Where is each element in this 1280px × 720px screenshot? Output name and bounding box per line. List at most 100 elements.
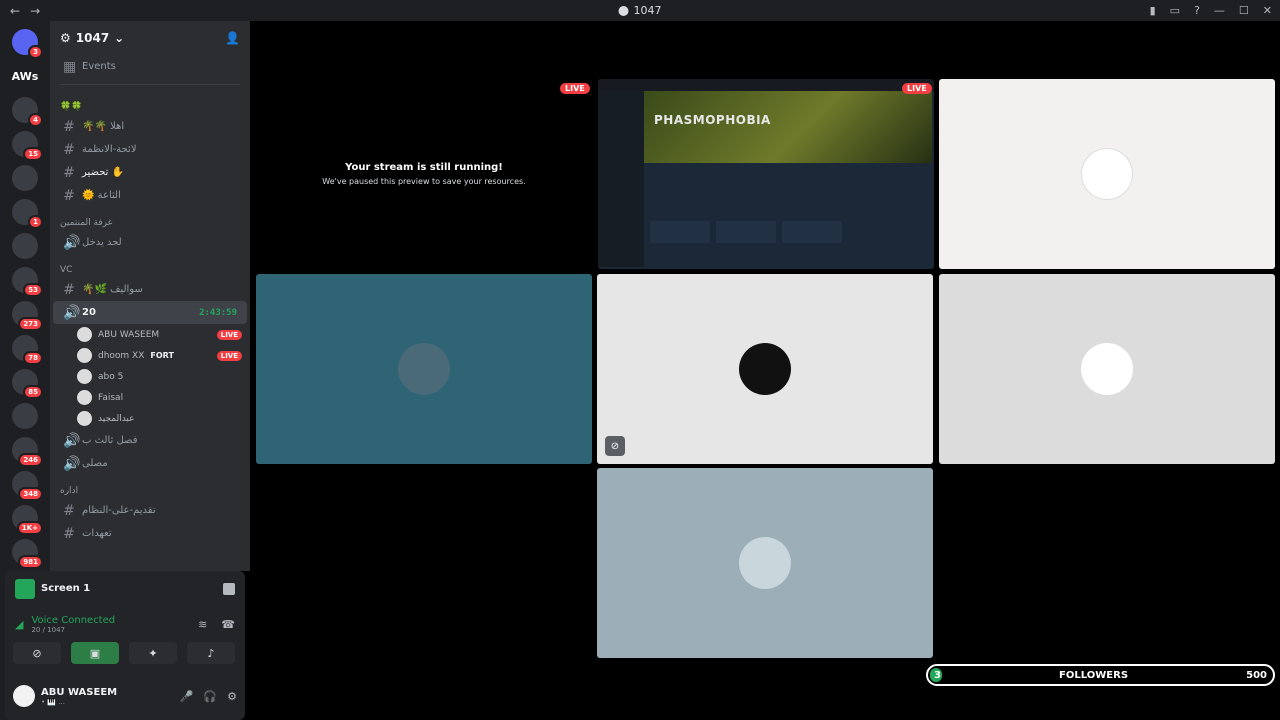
server-icon-6[interactable]: [12, 233, 38, 259]
participant-tile[interactable]: [256, 274, 592, 464]
screen-label: Screen 1: [41, 583, 91, 594]
disconnect-icon[interactable]: ☎: [221, 618, 235, 631]
avatar: [739, 537, 791, 589]
voice-user[interactable]: ABU WASEEM LIVE: [50, 324, 250, 345]
window-title: 1047: [618, 4, 662, 17]
server-icon-15[interactable]: 981: [12, 539, 43, 569]
server-icon-0[interactable]: 3: [12, 29, 43, 59]
microphone-icon[interactable]: 🎤: [180, 690, 194, 703]
avatar: [77, 411, 92, 426]
channel-sidebar: ⚙ 1047 ⌄ 👤 ▦ Events 🍀🍀 # 🌴🌴 اهلا # لائحة-ا…: [50, 21, 250, 571]
avatar: [1081, 148, 1133, 200]
noise-suppression-icon[interactable]: ≋: [198, 618, 207, 631]
avatar[interactable]: [13, 685, 35, 707]
bookmark-icon[interactable]: ▮: [1150, 4, 1156, 17]
camera-button[interactable]: ⊘: [13, 642, 61, 664]
unread-badge: 4: [28, 113, 43, 127]
channel-6[interactable]: # 🌴🌿 سواليف: [53, 278, 247, 301]
server-icon-14[interactable]: 1K+: [12, 505, 43, 535]
speaker-icon: 🔊: [63, 304, 81, 321]
server-icon-11[interactable]: [12, 403, 38, 429]
avatar: [77, 390, 92, 405]
server-icon-1[interactable]: AWs: [12, 63, 39, 89]
camera-off-icon[interactable]: ⊘: [605, 436, 625, 456]
maximize-icon[interactable]: ☐: [1239, 4, 1249, 17]
help-icon[interactable]: ?: [1194, 4, 1200, 17]
server-icon-3[interactable]: 15: [12, 131, 43, 161]
paused-subtitle: We've paused this preview to save your r…: [322, 177, 526, 186]
activities-button[interactable]: ✦: [129, 642, 177, 664]
category-3[interactable]: VC: [50, 254, 250, 278]
server-icon-10[interactable]: 85: [12, 369, 43, 399]
back-arrow-icon[interactable]: ←: [10, 4, 20, 18]
guild-header[interactable]: ⚙ 1047 ⌄ 👤: [50, 21, 250, 55]
inbox-icon[interactable]: ▭: [1170, 4, 1180, 17]
unread-badge: 15: [23, 147, 43, 161]
channel-7[interactable]: 🔊 فصل ثالث ب: [53, 429, 247, 452]
speaker-icon: 🔊: [63, 432, 81, 449]
participant-tile[interactable]: [939, 274, 1275, 464]
stop-share-icon[interactable]: [223, 582, 235, 595]
activities-icon: ✦: [148, 646, 158, 660]
participant-tile[interactable]: ⊘: [597, 274, 933, 464]
followers-current: 3: [934, 669, 941, 681]
server-icon-4[interactable]: [12, 165, 38, 191]
hash-icon: #: [63, 525, 75, 542]
settings-gear-icon[interactable]: ⚙: [227, 690, 237, 703]
live-badge: LIVE: [560, 83, 590, 94]
voice-connection: ◢ Voice Connected 20 / 1047 ≋ ☎: [5, 606, 245, 642]
voice-channel-active[interactable]: 🔊 20 2:43:59: [53, 301, 247, 324]
channel-label: تقديم-على-النظام: [82, 505, 156, 516]
server-icon-2[interactable]: 4: [12, 97, 43, 127]
channel-8[interactable]: 🔊 مصلى: [53, 452, 247, 475]
voice-user[interactable]: abo 5: [50, 366, 250, 387]
voice-user-status: LIVE: [216, 329, 242, 340]
forward-arrow-icon[interactable]: →: [30, 4, 40, 18]
server-icon-8[interactable]: 273: [12, 301, 43, 331]
category-label: غرفة المنتمين: [60, 218, 113, 228]
voice-user[interactable]: dhoom XX FORT LIVE: [50, 345, 250, 366]
voice-user-name: Faisal: [98, 392, 124, 403]
events-item[interactable]: ▦ Events: [53, 55, 247, 78]
participant-tile[interactable]: [597, 468, 933, 658]
paused-preview[interactable]: Your stream is still running! We've paus…: [256, 79, 592, 269]
minimize-icon[interactable]: —: [1214, 4, 1225, 17]
live-badge: LIVE: [216, 350, 242, 361]
headphones-icon[interactable]: 🎧: [203, 690, 217, 703]
server-icon-9[interactable]: 78: [12, 335, 43, 365]
steam-card: [782, 221, 842, 243]
camera-off-icon: ⊘: [32, 646, 42, 660]
stream-stage: Your stream is still running! We've paus…: [250, 21, 1280, 720]
participant-tile[interactable]: [939, 79, 1275, 269]
voice-user[interactable]: Faisal: [50, 387, 250, 408]
category-1[interactable]: 🍀🍀: [50, 91, 250, 115]
screen-share-button[interactable]: ▣: [71, 642, 119, 664]
channel-3[interactable]: # تحضير ✋: [53, 161, 247, 184]
calendar-icon: ▦: [63, 58, 77, 75]
category-2[interactable]: غرفة المنتمين: [50, 207, 250, 231]
server-icon-13[interactable]: 348: [12, 471, 43, 501]
channel-4[interactable]: # 🌞 الثاعة: [53, 184, 247, 207]
server-icon-7[interactable]: 53: [12, 267, 43, 297]
voice-panel: Screen 1 ◢ Voice Connected 20 / 1047 ≋ ☎…: [5, 571, 245, 720]
voice-user[interactable]: عبدالمجيد: [50, 408, 250, 429]
channel-1[interactable]: # 🌴🌴 اهلا: [53, 115, 247, 138]
title-bar: ← → 1047 ▮ ▭ ? — ☐ ✕: [0, 0, 1280, 21]
unread-badge: 1: [28, 215, 43, 229]
channel-9[interactable]: # تقديم-على-النظام: [53, 499, 247, 522]
game-stream-tile[interactable]: PHASMOPHOBIA LIVE: [598, 79, 934, 269]
category-4[interactable]: اداره: [50, 475, 250, 499]
soundboard-button[interactable]: ♪: [187, 642, 235, 664]
channel-2[interactable]: # لائحة-الانظمة: [53, 138, 247, 161]
add-member-icon[interactable]: 👤: [225, 31, 240, 45]
server-icon-12[interactable]: 246: [12, 437, 43, 467]
channel-5[interactable]: 🔊 لحد يدخل: [53, 231, 247, 254]
voice-status[interactable]: Voice Connected: [31, 615, 115, 626]
user-name[interactable]: ABU WASEEM: [41, 687, 117, 698]
channel-10[interactable]: # تعهدات: [53, 522, 247, 545]
server-icon-5[interactable]: 1: [12, 199, 43, 229]
chevron-down-icon: ⌄: [114, 31, 125, 45]
soundboard-icon: ♪: [207, 646, 215, 660]
signal-icon[interactable]: ◢: [15, 618, 23, 631]
close-icon[interactable]: ✕: [1263, 4, 1272, 17]
